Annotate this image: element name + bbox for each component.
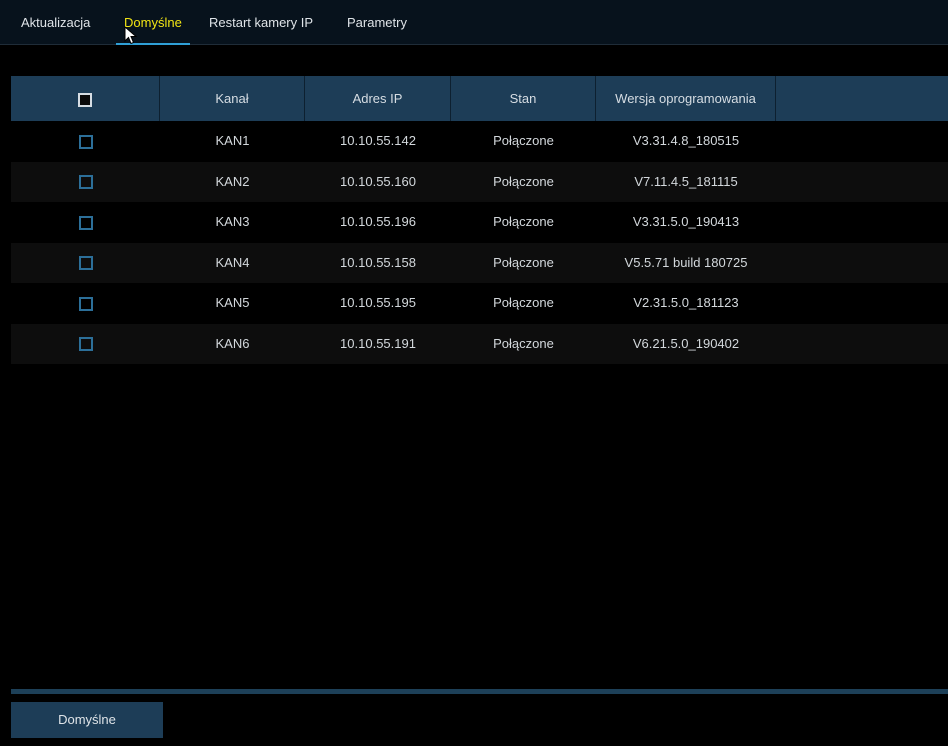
camera-defaults-screen: Aktualizacja Domyślne Restart kamery IP … <box>0 0 948 746</box>
ip-cell: 10.10.55.195 <box>340 295 416 310</box>
table-row[interactable]: KAN4 10.10.55.158 Połączone V5.5.71 buil… <box>11 242 948 283</box>
select-all-checkbox[interactable] <box>78 92 92 107</box>
status-cell: Połączone <box>493 173 554 189</box>
row-checkbox[interactable] <box>78 215 93 230</box>
channel-cell: KAN4 <box>215 254 250 270</box>
column-header-ip: Adres IP <box>305 76 451 121</box>
table-row[interactable]: KAN5 10.10.55.195 Połączone V2.31.5.0_18… <box>11 283 948 324</box>
column-header-status: Stan <box>451 76 596 121</box>
version-cell: V7.11.4.5_181115 <box>634 173 738 189</box>
ip-cell: 10.10.55.191 <box>340 335 416 351</box>
select-all-cell <box>11 76 160 121</box>
ip-camera-table: Kanał Adres IP Stan Wersja oprogramowani… <box>11 76 948 364</box>
column-header-empty <box>776 76 948 121</box>
tab-bar: Aktualizacja Domyślne Restart kamery IP … <box>0 0 948 45</box>
row-checkbox-cell <box>11 162 160 202</box>
row-checkbox[interactable] <box>78 296 93 311</box>
table-header: Kanał Adres IP Stan Wersja oprogramowani… <box>11 76 948 121</box>
tab-parametry[interactable]: Parametry <box>347 0 407 44</box>
tab-restart-kamery-ip[interactable]: Restart kamery IP <box>209 0 313 44</box>
channel-cell: KAN3 <box>215 214 250 229</box>
row-checkbox-cell <box>11 283 160 323</box>
version-cell: V2.31.5.0_181123 <box>633 295 739 310</box>
tab-aktualizacja[interactable]: Aktualizacja <box>21 0 90 44</box>
status-cell: Połączone <box>493 254 554 270</box>
row-checkbox[interactable] <box>78 337 93 352</box>
table-row[interactable]: KAN3 10.10.55.196 Połączone V3.31.5.0_19… <box>11 202 948 243</box>
channel-cell: KAN6 <box>215 335 250 351</box>
version-cell: V3.31.5.0_190413 <box>632 214 740 229</box>
version-cell: V6.21.5.0_190402 <box>632 335 740 351</box>
mouse-cursor-icon <box>124 26 138 45</box>
ip-cell: 10.10.55.160 <box>340 173 416 189</box>
row-checkbox[interactable] <box>78 256 93 271</box>
channel-cell: KAN5 <box>215 295 250 310</box>
column-header-version: Wersja oprogramowania <box>596 76 776 121</box>
row-checkbox-cell <box>11 121 160 161</box>
table-row[interactable]: KAN6 10.10.55.191 Połączone V6.21.5.0_19… <box>11 323 948 364</box>
row-checkbox-cell <box>11 324 160 364</box>
row-checkbox-cell <box>11 243 160 283</box>
row-checkbox-cell <box>11 202 160 242</box>
row-checkbox[interactable] <box>78 134 93 149</box>
footer-divider <box>11 689 948 694</box>
version-cell: V3.31.4.8_180515 <box>632 133 740 148</box>
table-row[interactable]: KAN2 10.10.55.160 Połączone V7.11.4.5_18… <box>11 161 948 202</box>
ip-cell: 10.10.55.196 <box>340 214 416 229</box>
table-row[interactable]: KAN1 10.10.55.142 Połączone V3.31.4.8_18… <box>11 121 948 162</box>
channel-cell: KAN1 <box>215 133 250 148</box>
status-cell: Połączone <box>493 295 554 310</box>
ip-cell: 10.10.55.142 <box>340 133 416 148</box>
status-cell: Połączone <box>493 214 554 229</box>
default-button[interactable]: Domyślne <box>11 702 163 738</box>
ip-cell: 10.10.55.158 <box>340 254 416 270</box>
channel-cell: KAN2 <box>215 173 250 189</box>
row-checkbox[interactable] <box>78 175 93 190</box>
status-cell: Połączone <box>493 335 554 351</box>
column-header-channel: Kanał <box>160 76 305 121</box>
status-cell: Połączone <box>493 133 554 148</box>
version-cell: V5.5.71 build 180725 <box>624 254 748 270</box>
